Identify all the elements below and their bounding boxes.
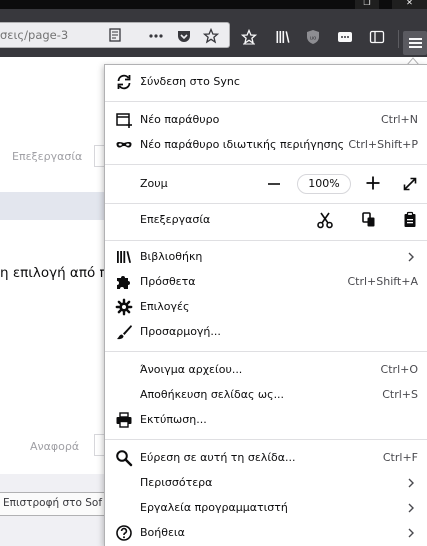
background-highlight-band (0, 192, 110, 220)
menu-item-help[interactable]: Βοήθεια (105, 521, 427, 545)
chevron-right-icon (408, 503, 414, 513)
private-mask-icon (116, 141, 132, 148)
menu-separator (105, 240, 427, 241)
library-label: Βιβλιοθήκη (140, 250, 203, 263)
svg-text:uo: uo (310, 36, 317, 42)
zoom-label: Ζουμ (140, 177, 168, 190)
find-label: Εύρεση σε αυτή τη σελίδα... (140, 451, 296, 464)
ublock-shield-icon[interactable]: uo (302, 29, 324, 49)
pocket-icon[interactable] (176, 28, 192, 44)
new-private-window-shortcut: Ctrl+Shift+P (348, 138, 418, 151)
zoom-out-button[interactable] (267, 177, 281, 191)
reader-view-icon[interactable] (107, 28, 123, 44)
help-icon (116, 525, 132, 541)
menu-separator (105, 101, 427, 102)
menu-separator (105, 351, 427, 352)
menu-item-edit: Επεξεργασία (105, 208, 427, 232)
sidebar-icon[interactable] (366, 29, 388, 49)
more-label: Περισσότερα (140, 476, 213, 489)
save-page-shortcut: Ctrl+S (382, 388, 418, 401)
copy-icon[interactable] (360, 211, 378, 229)
menu-separator (105, 164, 427, 165)
menu-item-save-page[interactable]: Αποθήκευση σελίδας ως... Ctrl+S (105, 383, 427, 407)
bookmark-star-icon[interactable] (202, 27, 220, 44)
menu-item-sync[interactable]: Σύνδεση στο Sync (105, 70, 427, 94)
options-label: Επιλογές (140, 300, 190, 313)
menu-separator (105, 203, 427, 204)
menu-item-open-file[interactable]: Άνοιγμα αρχείου... Ctrl+O (105, 358, 427, 382)
fullscreen-icon[interactable] (402, 176, 418, 192)
library-toolbar-icon[interactable] (272, 29, 294, 49)
chevron-right-icon (408, 478, 414, 488)
web-developer-label: Εργαλεία προγραμματιστή (140, 501, 288, 514)
gear-icon (115, 298, 133, 316)
url-text[interactable]: σεις/page-3 (0, 28, 68, 42)
find-shortcut: Ctrl+F (382, 451, 418, 464)
background-edit-label: Επεξεργασία (12, 150, 83, 163)
new-private-window-label: Νέο παράθυρο ιδιωτικής περιήγησης (140, 138, 345, 151)
zoom-reset-button[interactable]: 100% (297, 174, 351, 194)
menu-item-zoom: Ζουμ 100% (105, 172, 427, 196)
extension-icon[interactable] (334, 29, 356, 49)
chevron-right-icon (408, 528, 414, 538)
paste-icon[interactable] (401, 211, 419, 229)
menu-item-library[interactable]: Βιβλιοθήκη (105, 245, 427, 269)
magnifier-icon (116, 450, 133, 467)
restore-window-button[interactable]: ❐ (355, 0, 379, 9)
menu-separator (105, 439, 427, 440)
menu-item-more[interactable]: Περισσότερα (105, 471, 427, 495)
background-report-label: Αναφορά (30, 440, 80, 453)
page-actions-icon[interactable] (148, 28, 164, 44)
menu-item-web-developer[interactable]: Εργαλεία προγραμματιστή (105, 496, 427, 520)
open-file-shortcut: Ctrl+O (380, 363, 418, 376)
hamburger-bar (409, 38, 422, 40)
hamburger-bar (409, 46, 422, 48)
zoom-in-button[interactable] (365, 175, 381, 191)
menu-item-addons[interactable]: Πρόσθετα Ctrl+Shift+A (105, 270, 427, 294)
menu-item-new-private-window[interactable]: Νέο παράθυρο ιδιωτικής περιήγησης Ctrl+S… (105, 133, 427, 157)
close-window-button[interactable]: ✕ (392, 0, 427, 9)
menu-item-new-window[interactable]: Νέο παράθυρο Ctrl+N (105, 108, 427, 132)
print-label: Εκτύπωση... (140, 413, 207, 426)
addons-label: Πρόσθετα (140, 275, 196, 288)
url-bar[interactable]: σεις/page-3 (0, 22, 230, 48)
menu-item-find[interactable]: Εύρεση σε αυτή τη σελίδα... Ctrl+F (105, 446, 427, 470)
printer-icon (116, 412, 132, 428)
new-window-shortcut: Ctrl+N (380, 113, 418, 126)
addons-shortcut: Ctrl+Shift+A (347, 275, 418, 288)
app-menu-panel: Σύνδεση στο Sync Νέο παράθυρο Ctrl+N Νέο… (104, 64, 427, 546)
paintbrush-icon (117, 325, 132, 340)
title-bar: ❐ ✕ (0, 0, 427, 9)
customize-label: Προσαρμογή... (140, 325, 221, 338)
new-window-icon (116, 113, 132, 128)
menu-item-options[interactable]: Επιλογές (105, 295, 427, 319)
sync-label: Σύνδεση στο Sync (140, 75, 240, 88)
chevron-right-icon (408, 252, 414, 262)
menu-item-customize[interactable]: Προσαρμογή... (105, 320, 427, 344)
sync-icon (117, 74, 131, 90)
library-icon (117, 251, 131, 263)
hamburger-menu-button[interactable] (403, 31, 427, 55)
new-window-label: Νέο παράθυρο (140, 113, 220, 126)
cut-icon[interactable] (316, 211, 334, 229)
help-label: Βοήθεια (140, 526, 185, 539)
open-file-label: Άνοιγμα αρχείου... (140, 363, 243, 376)
puzzle-icon (117, 276, 130, 289)
toolbar-separator (398, 30, 399, 48)
background-body-text: η επιλογή από πα (0, 265, 117, 281)
save-page-label: Αποθήκευση σελίδας ως... (140, 388, 285, 401)
edit-label: Επεξεργασία (140, 213, 211, 226)
bookmarks-star-toolbar-icon[interactable] (238, 28, 260, 49)
hamburger-bar (409, 42, 422, 44)
background-back-button[interactable]: Επιστροφή στο Sof (0, 492, 110, 516)
menu-item-print[interactable]: Εκτύπωση... (105, 408, 427, 432)
